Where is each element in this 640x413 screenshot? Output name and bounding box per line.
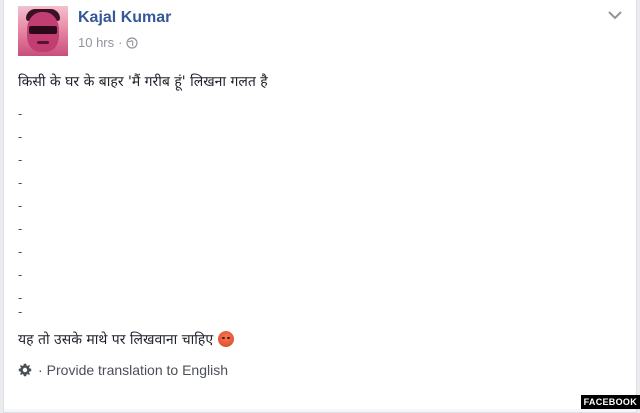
dash-line: -	[18, 130, 23, 144]
gear-icon	[18, 363, 32, 377]
dash-line: -	[18, 305, 23, 319]
post-time[interactable]: 10 hrs	[78, 35, 114, 50]
dash-line: -	[18, 291, 23, 305]
facebook-watermark: FACEBOOK	[580, 395, 640, 409]
post-meta: 10 hrs ·	[78, 35, 139, 50]
translation-row: · Provide translation to English	[18, 362, 228, 378]
author-name[interactable]: Kajal Kumar	[78, 9, 171, 27]
dash-line: -	[18, 199, 23, 213]
post-text-line2-row: यह तो उसके माथे पर लिखवाना चाहिए	[18, 330, 235, 349]
post-footer-strip	[4, 409, 636, 412]
dash-line: -	[18, 153, 23, 167]
post-text-line2: यह तो उसके माथे पर लिखवाना चाहिए	[18, 332, 214, 348]
post-card: Kajal Kumar 10 hrs · किसी के घर के बाहर …	[3, 0, 637, 413]
dash-line: -	[18, 107, 23, 121]
translation-separator: ·	[38, 362, 43, 378]
translation-link[interactable]: Provide translation to English	[47, 362, 228, 378]
angry-face-icon	[218, 331, 235, 347]
globe-icon[interactable]	[126, 36, 139, 49]
dash-line: -	[18, 222, 23, 236]
avatar-glasses	[29, 26, 57, 34]
chevron-down-icon[interactable]	[608, 10, 622, 20]
post-text-line1: किसी के घर के बाहर 'मैं गरीब हूं' लिखना …	[18, 74, 268, 90]
dash-line: -	[18, 176, 23, 190]
meta-separator: ·	[118, 35, 123, 50]
avatar-mouth	[37, 41, 49, 44]
avatar[interactable]	[18, 6, 68, 56]
dash-line: -	[18, 245, 23, 259]
dash-line: -	[18, 268, 23, 282]
